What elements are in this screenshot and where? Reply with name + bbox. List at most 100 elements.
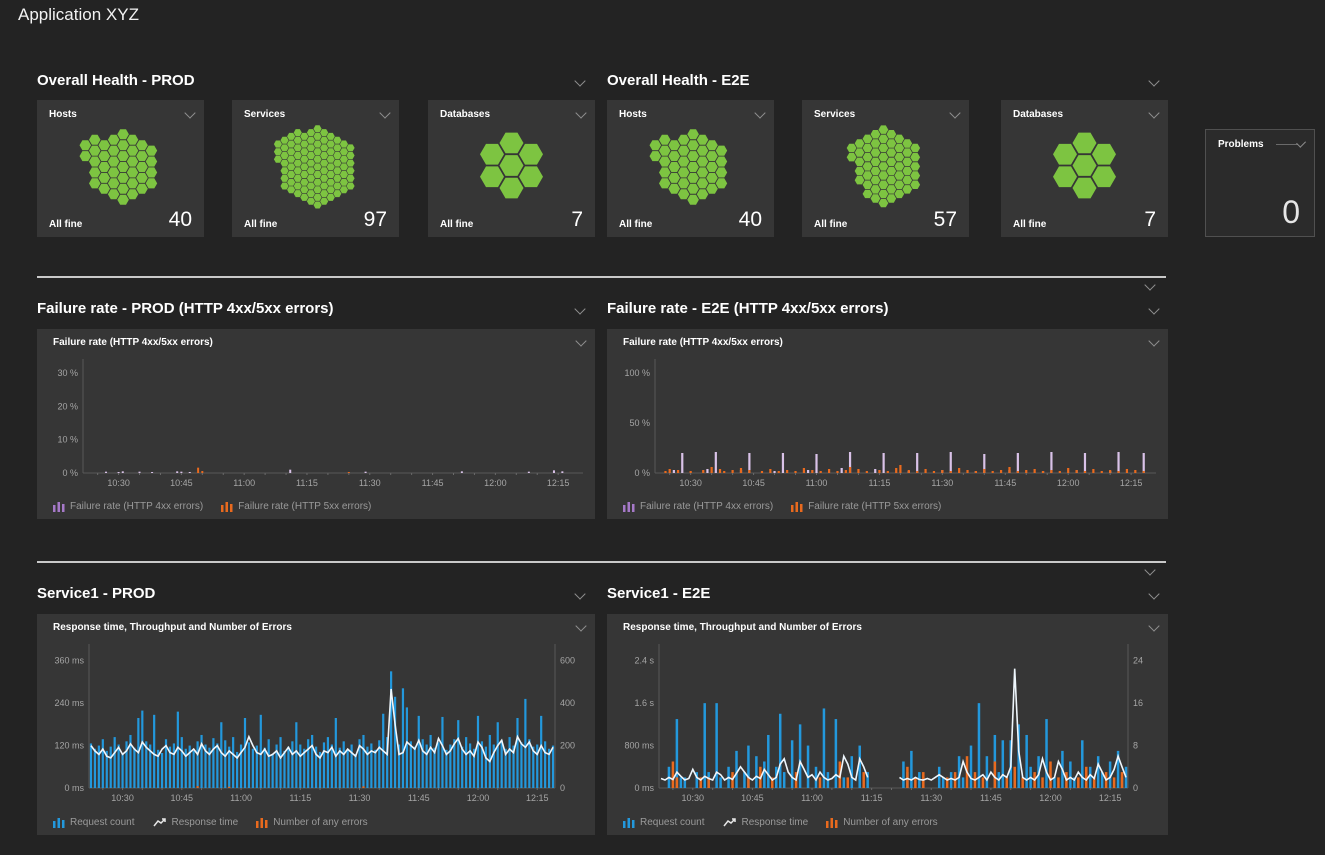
chevron-down-icon[interactable]	[1148, 107, 1159, 118]
svg-text:11:30: 11:30	[359, 478, 381, 488]
legend-label: Failure rate (HTTP 4xx errors)	[70, 501, 203, 512]
svg-text:0 %: 0 %	[62, 468, 78, 478]
health-tile-services-e2e[interactable]: Services All fine57	[802, 100, 969, 237]
svg-text:50 %: 50 %	[629, 418, 650, 428]
svg-text:10:45: 10:45	[171, 793, 194, 803]
honeycomb-databases-prod	[438, 124, 585, 207]
chevron-down-icon[interactable]	[575, 107, 586, 118]
svg-text:12:15: 12:15	[526, 793, 549, 803]
chevron-down-icon[interactable]	[949, 107, 960, 118]
section-title-failure-e2e: Failure rate - E2E (HTTP 4xx/5xx errors)	[607, 300, 889, 317]
svg-text:10:45: 10:45	[170, 478, 193, 488]
legend-item-5xx[interactable]: Failure rate (HTTP 5xx errors)	[791, 501, 941, 512]
legend-label: Number of any errors	[843, 817, 937, 828]
legend-item-request-count[interactable]: Request count	[53, 817, 135, 828]
svg-text:16: 16	[1133, 698, 1143, 708]
chevron-down-icon[interactable]	[1148, 335, 1159, 346]
service1-prod-tile[interactable]: Response time, Throughput and Number of …	[37, 614, 595, 835]
problems-count: 0	[1282, 196, 1300, 228]
chevron-down-icon[interactable]	[574, 588, 585, 599]
status-text: All fine	[49, 219, 82, 230]
sparkline-dash	[1276, 144, 1298, 145]
service1-prod-plot: 360 ms240 ms120 ms0 ms600400200010:3010:…	[45, 640, 589, 808]
chevron-down-icon[interactable]	[575, 620, 586, 631]
problems-tile[interactable]: Problems 0	[1205, 129, 1315, 237]
honeycomb-services-e2e	[812, 124, 959, 207]
chevron-down-icon[interactable]	[574, 75, 585, 86]
chevron-down-icon[interactable]	[1144, 564, 1155, 575]
chart-title: Failure rate (HTTP 4xx/5xx errors)	[623, 337, 783, 348]
dashboard: Application XYZ Overall Health - PROD Ov…	[0, 0, 1325, 855]
section-divider	[37, 276, 1166, 278]
chevron-down-icon[interactable]	[574, 303, 585, 314]
chevron-down-icon[interactable]	[1144, 279, 1155, 290]
legend-item-response-time[interactable]: Response time	[153, 817, 239, 828]
svg-text:2.4 s: 2.4 s	[634, 656, 654, 666]
chevron-down-icon[interactable]	[184, 107, 195, 118]
svg-text:8: 8	[1133, 741, 1138, 751]
health-tile-hosts-e2e[interactable]: Hosts All fine40	[607, 100, 774, 237]
legend-item-response-time[interactable]: Response time	[723, 817, 809, 828]
svg-text:12:00: 12:00	[467, 793, 490, 803]
chevron-down-icon[interactable]	[754, 107, 765, 118]
tile-label: Hosts	[49, 109, 77, 120]
tile-label: Services	[814, 109, 855, 120]
service1-e2e-tile[interactable]: Response time, Throughput and Number of …	[607, 614, 1168, 835]
honeycomb-hosts-e2e	[617, 124, 764, 207]
legend-item-4xx[interactable]: Failure rate (HTTP 4xx errors)	[623, 501, 773, 512]
line-chart-icon	[153, 817, 167, 828]
svg-text:11:15: 11:15	[289, 793, 311, 803]
bar-chart-icon	[53, 817, 65, 828]
honeycomb-hosts-prod	[47, 124, 194, 207]
service1-e2e-plot: 2.4 s1.6 s800 ms0 ms24168010:3010:4511:0…	[615, 640, 1162, 808]
legend-item-errors[interactable]: Number of any errors	[826, 817, 937, 828]
chevron-down-icon[interactable]	[379, 107, 390, 118]
chevron-down-icon[interactable]	[1148, 303, 1159, 314]
legend-item-4xx[interactable]: Failure rate (HTTP 4xx errors)	[53, 501, 203, 512]
tile-label: Problems	[1218, 139, 1264, 150]
svg-text:11:00: 11:00	[233, 478, 255, 488]
svg-text:12:00: 12:00	[484, 478, 507, 488]
legend-item-errors[interactable]: Number of any errors	[256, 817, 367, 828]
status-text: All fine	[440, 219, 473, 230]
count-value: 97	[364, 209, 387, 230]
legend-label: Response time	[742, 817, 809, 828]
health-tile-hosts-prod[interactable]: Hosts All fine40	[37, 100, 204, 237]
svg-text:1.6 s: 1.6 s	[634, 698, 654, 708]
line-chart-icon	[723, 817, 737, 828]
svg-text:20 %: 20 %	[57, 401, 78, 411]
count-value: 7	[1144, 209, 1156, 230]
legend-item-5xx[interactable]: Failure rate (HTTP 5xx errors)	[221, 501, 371, 512]
svg-text:30 %: 30 %	[57, 368, 78, 378]
svg-text:360 ms: 360 ms	[54, 656, 84, 666]
health-tile-services-prod[interactable]: Services All fine97	[232, 100, 399, 237]
section-divider	[37, 561, 1166, 563]
chevron-down-icon[interactable]	[1148, 588, 1159, 599]
svg-text:12:15: 12:15	[547, 478, 570, 488]
chevron-down-icon[interactable]	[575, 335, 586, 346]
failure-rate-prod-tile[interactable]: Failure rate (HTTP 4xx/5xx errors) 30 % 2…	[37, 329, 595, 519]
chevron-down-icon[interactable]	[1148, 620, 1159, 631]
failure-rate-prod-plot: 30 %20 %10 %0 %10:3010:4511:0011:1511:30…	[45, 355, 589, 493]
svg-text:10:45: 10:45	[741, 793, 764, 803]
honeycomb-databases-e2e	[1011, 124, 1158, 207]
legend-label: Request count	[70, 817, 135, 828]
bar-chart-icon	[221, 501, 233, 512]
svg-text:11:45: 11:45	[980, 793, 1002, 803]
section-title-service-prod: Service1 - PROD	[37, 585, 155, 602]
health-tile-databases-e2e[interactable]: Databases All fine7	[1001, 100, 1168, 237]
tile-label: Services	[244, 109, 285, 120]
legend-item-request-count[interactable]: Request count	[623, 817, 705, 828]
svg-text:12:00: 12:00	[1057, 478, 1080, 488]
chevron-down-icon[interactable]	[1148, 75, 1159, 86]
legend-label: Failure rate (HTTP 4xx errors)	[640, 501, 773, 512]
svg-text:11:45: 11:45	[422, 478, 444, 488]
failure-rate-e2e-tile[interactable]: Failure rate (HTTP 4xx/5xx errors) 100 %…	[607, 329, 1168, 519]
bar-chart-icon	[826, 817, 838, 828]
chart-title: Response time, Throughput and Number of …	[53, 622, 292, 633]
svg-text:10:45: 10:45	[742, 478, 765, 488]
chart-title: Failure rate (HTTP 4xx/5xx errors)	[53, 337, 213, 348]
svg-text:11:45: 11:45	[408, 793, 430, 803]
status-text: All fine	[619, 219, 652, 230]
health-tile-databases-prod[interactable]: Databases All fine7	[428, 100, 595, 237]
